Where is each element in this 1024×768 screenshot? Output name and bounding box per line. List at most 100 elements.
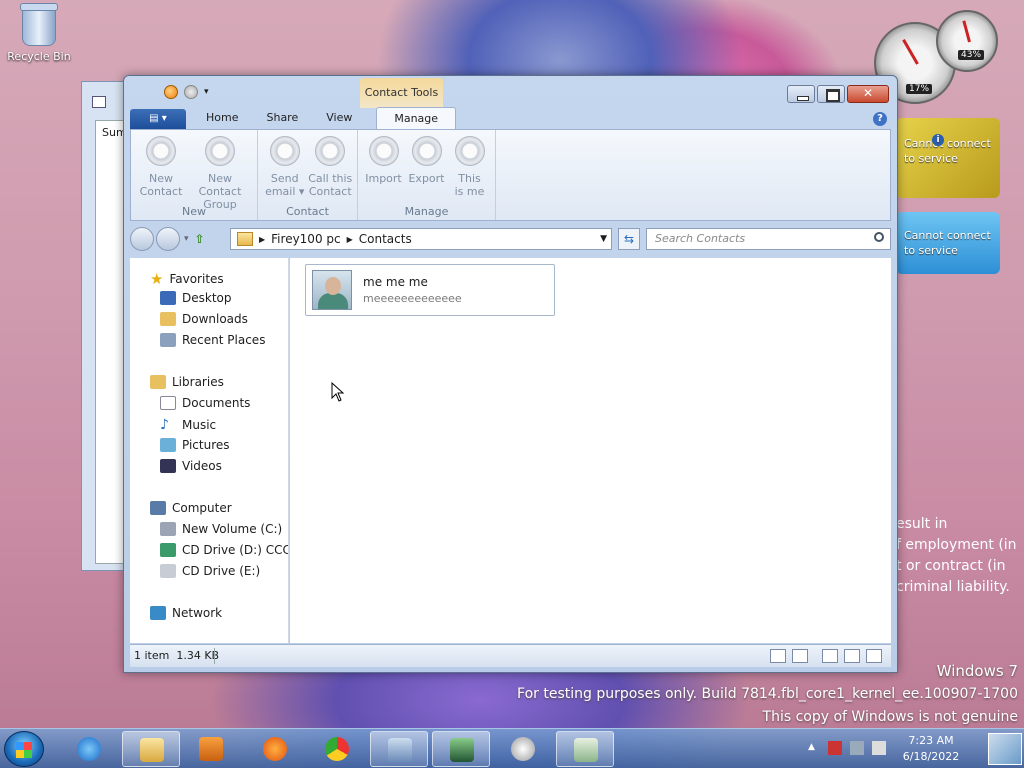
preview-pane-icon[interactable] bbox=[844, 649, 860, 663]
tab-home[interactable]: Home bbox=[192, 107, 252, 129]
contacts-window[interactable]: ▾ Contact Tools ▤ ▾ Home Share View Mana… bbox=[123, 75, 898, 673]
taskbar-task-manager[interactable] bbox=[432, 731, 490, 767]
breadcrumb-pc[interactable]: Firey100 pc bbox=[271, 232, 340, 246]
tab-manage[interactable]: Manage bbox=[376, 107, 457, 129]
properties-icon[interactable] bbox=[164, 85, 178, 99]
taskbar-firefox[interactable] bbox=[246, 731, 304, 767]
nav-drive-c[interactable]: New Volume (C:) bbox=[160, 522, 282, 536]
breadcrumb-contacts[interactable]: Contacts bbox=[359, 232, 412, 246]
action-center-icon[interactable] bbox=[828, 741, 842, 755]
taskbar-contacts[interactable] bbox=[556, 731, 614, 767]
customize-qat-icon[interactable]: ▾ bbox=[204, 87, 209, 97]
ribbon-tabs: ▤ ▾ Home Share View Manage bbox=[130, 107, 457, 129]
details-view-icon[interactable] bbox=[770, 649, 786, 663]
weather-gadget-2[interactable]: Cannot connect to service bbox=[896, 212, 1000, 274]
export-button[interactable]: Export bbox=[405, 136, 448, 198]
btn-label: email ▾ bbox=[265, 185, 305, 198]
nav-drive-e[interactable]: CD Drive (E:) bbox=[160, 564, 260, 578]
export-icon bbox=[411, 136, 442, 166]
start-button[interactable] bbox=[4, 731, 44, 767]
hide-pane-icon[interactable] bbox=[822, 649, 838, 663]
nav-favorites[interactable]: ★ Favorites bbox=[150, 270, 224, 288]
tab-view[interactable]: View bbox=[312, 107, 366, 129]
nav-computer[interactable]: Computer bbox=[150, 501, 232, 515]
pictures-icon bbox=[160, 438, 176, 452]
send-email-button[interactable]: Send email ▾ bbox=[262, 136, 308, 198]
nav-recent-places[interactable]: Recent Places bbox=[160, 333, 265, 347]
nav-desktop[interactable]: Desktop bbox=[160, 291, 232, 305]
close-button[interactable] bbox=[847, 85, 889, 103]
taskbar-ie[interactable] bbox=[60, 731, 118, 767]
memory-percent: 43% bbox=[958, 50, 985, 60]
hard-drive-icon bbox=[160, 522, 176, 536]
btn-label: Send bbox=[270, 172, 299, 185]
call-contact-button[interactable]: Call this Contact bbox=[308, 136, 354, 198]
legal-text-fragment: esult in f employment (in t or contract … bbox=[896, 514, 1024, 598]
breadcrumb-sep-icon[interactable]: ▶ bbox=[259, 235, 265, 244]
details-pane-icon[interactable] bbox=[866, 649, 882, 663]
libraries-icon bbox=[150, 375, 166, 389]
nav-videos[interactable]: Videos bbox=[160, 459, 222, 473]
clock[interactable]: 7:23 AM 6/18/2022 bbox=[896, 733, 966, 765]
taskbar-explorer[interactable] bbox=[122, 731, 180, 767]
new-contact-group-button[interactable]: New Contact Group bbox=[187, 136, 253, 211]
help-icon[interactable]: ? bbox=[873, 112, 887, 126]
desktop-icon bbox=[160, 291, 176, 305]
taskbar-chrome[interactable] bbox=[308, 731, 366, 767]
nav-network[interactable]: Network bbox=[150, 606, 222, 620]
file-menu-button[interactable]: ▤ ▾ bbox=[130, 109, 186, 129]
contact-tools-context-tab: Contact Tools bbox=[360, 78, 443, 108]
navigation-bar: ▾ ⇧ ▶ Firey100 pc ▶ Contacts ▼ ⇆ Search … bbox=[130, 226, 891, 252]
back-button[interactable] bbox=[130, 227, 154, 251]
windows-logo-icon bbox=[16, 742, 32, 758]
large-icons-view-icon[interactable] bbox=[792, 649, 808, 663]
show-desktop-button[interactable] bbox=[988, 733, 1022, 765]
tab-share[interactable]: Share bbox=[252, 107, 312, 129]
nav-libraries[interactable]: Libraries bbox=[150, 375, 224, 389]
this-is-me-button[interactable]: This is me bbox=[448, 136, 491, 198]
file-list-pane[interactable]: me me me meeeeeeeeeeeee bbox=[290, 258, 891, 643]
breadcrumb-sep-icon[interactable]: ▶ bbox=[347, 235, 353, 244]
info-icon: i bbox=[932, 134, 944, 146]
address-dropdown-icon[interactable]: ▼ bbox=[600, 234, 607, 244]
recent-pages-chevron-icon[interactable]: ▾ bbox=[184, 234, 189, 244]
refresh-button[interactable]: ⇆ bbox=[618, 228, 640, 250]
phone-icon bbox=[315, 136, 346, 166]
weather-gadget-1[interactable]: i Cannot connect to service bbox=[896, 118, 1000, 198]
up-arrow-icon[interactable]: ⇧ bbox=[195, 232, 205, 246]
search-input[interactable]: Search Contacts bbox=[646, 228, 891, 250]
memory-meter-gadget[interactable]: 43% bbox=[936, 10, 998, 72]
taskbar-control-panel[interactable] bbox=[370, 731, 428, 767]
cd-drive-icon bbox=[160, 543, 176, 557]
task-manager-icon bbox=[450, 738, 474, 762]
new-folder-icon[interactable] bbox=[184, 85, 198, 99]
nav-drive-d[interactable]: CD Drive (D:) CCCOI bbox=[160, 543, 288, 557]
show-hidden-icons-icon[interactable]: ▲ bbox=[808, 742, 822, 756]
forward-button[interactable] bbox=[156, 227, 180, 251]
volume-muted-icon[interactable] bbox=[872, 741, 886, 755]
nav-pictures[interactable]: Pictures bbox=[160, 438, 230, 452]
internet-explorer-icon bbox=[77, 737, 101, 761]
music-icon: ♪ bbox=[160, 417, 169, 433]
recycle-bin-desktop-icon[interactable]: Recycle Bin bbox=[6, 3, 72, 63]
nav-music[interactable]: ♪ Music bbox=[160, 417, 216, 433]
minimize-button[interactable] bbox=[787, 85, 815, 103]
memory-needle-icon bbox=[962, 20, 971, 43]
taskbar: ▲ 7:23 AM 6/18/2022 bbox=[0, 728, 1024, 768]
btn-label: Export bbox=[408, 172, 445, 185]
taskbar-media-player[interactable] bbox=[182, 731, 240, 767]
ribbon-group-new: New Contact New Contact Group New bbox=[131, 130, 258, 220]
contact-item[interactable]: me me me meeeeeeeeeeeee bbox=[305, 264, 555, 316]
taskbar-speedometer[interactable] bbox=[494, 731, 552, 767]
network-tray-icon[interactable] bbox=[850, 741, 864, 755]
new-contact-button[interactable]: New Contact bbox=[135, 136, 187, 211]
nav-label: Libraries bbox=[172, 375, 224, 389]
import-button[interactable]: Import bbox=[362, 136, 405, 198]
nav-label: Music bbox=[182, 418, 217, 432]
btn-label: This bbox=[458, 172, 481, 185]
system-tray: ▲ 7:23 AM 6/18/2022 bbox=[804, 729, 1024, 768]
address-bar[interactable]: ▶ Firey100 pc ▶ Contacts ▼ bbox=[230, 228, 612, 250]
nav-downloads[interactable]: Downloads bbox=[160, 312, 248, 326]
maximize-button[interactable] bbox=[817, 85, 845, 103]
nav-documents[interactable]: Documents bbox=[160, 396, 250, 410]
